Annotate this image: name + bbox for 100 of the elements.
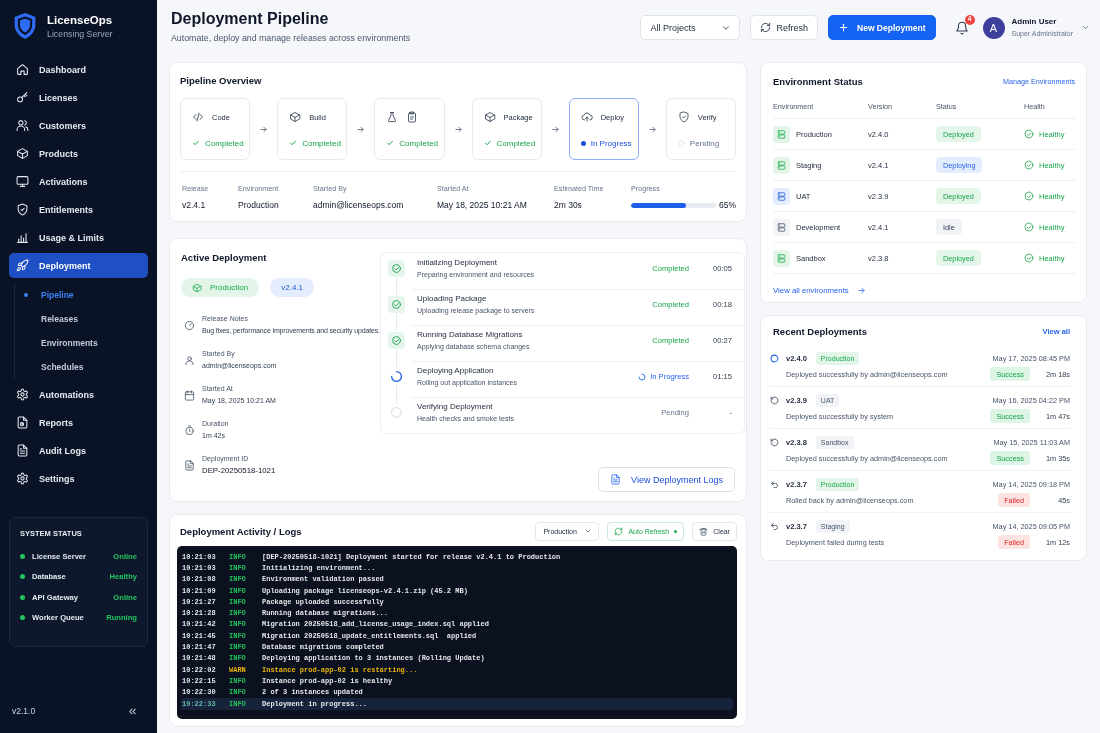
check-circle-icon	[1024, 191, 1034, 201]
nav-item[interactable]: Usage & Limits	[9, 225, 148, 250]
cloud-upload-icon	[580, 111, 593, 123]
flask-icon	[386, 111, 399, 123]
arrow-right-icon	[856, 285, 866, 295]
detail-value: admin@licenseops.com	[313, 199, 405, 211]
version-label: v2.1.0	[12, 706, 36, 716]
settings-icon	[16, 472, 29, 485]
check-circle-icon	[1024, 129, 1034, 139]
nav-item[interactable]: Audit Logs	[9, 438, 148, 463]
refresh-icon	[759, 22, 771, 33]
bar-chart-icon	[16, 231, 29, 244]
user-menu-button[interactable]	[1081, 23, 1090, 32]
status-dot-icon	[580, 140, 586, 146]
card-title: Environment Status	[773, 75, 863, 87]
refresh-button[interactable]: Refresh	[749, 15, 818, 40]
detail-value: Production	[238, 199, 280, 211]
arrow-right-icon	[647, 124, 657, 134]
gear-icon	[16, 388, 29, 401]
detail-value: May 18, 2025 10:21 AM	[437, 199, 528, 211]
shield-logo-icon	[14, 13, 36, 39]
nav-subitem[interactable]: Pipeline	[15, 283, 148, 307]
card-title: Recent Deployments	[773, 325, 867, 337]
trash-icon	[699, 526, 709, 536]
check-circle-icon	[1024, 253, 1034, 263]
stage-status: Completed	[302, 138, 341, 148]
new-deployment-button[interactable]: New Deployment	[828, 15, 936, 40]
rocket-icon	[16, 259, 29, 272]
detail-value: v2.4.1	[182, 199, 207, 211]
check-circle-icon	[1024, 160, 1034, 170]
gauge-icon	[184, 319, 195, 331]
check-icon	[483, 139, 492, 147]
chevron-down-icon	[1081, 23, 1090, 32]
cube-icon	[289, 111, 302, 123]
stage-status: Completed	[496, 138, 536, 148]
nav-item[interactable]: Settings	[9, 466, 148, 491]
project-select[interactable]: All Projects	[639, 15, 740, 40]
brand-tagline: Licensing Server	[47, 28, 113, 40]
chevron-down-icon	[584, 527, 593, 535]
view-logs-button[interactable]: View Deployment Logs	[598, 467, 735, 492]
stage-status: In Progress	[590, 138, 632, 148]
nav-item[interactable]: Licenses	[9, 85, 148, 110]
shield-check-icon	[677, 111, 690, 123]
nav-item[interactable]: Reports	[9, 410, 148, 435]
arrow-right-icon	[259, 124, 269, 134]
nav-item[interactable]: Entitlements	[9, 197, 148, 222]
step-title: Deploying Application	[417, 365, 495, 376]
active-dot-icon	[24, 293, 28, 297]
page-subtitle: Automate, deploy and manage releases across environments	[171, 32, 411, 44]
nav-item[interactable]: Customers	[9, 113, 148, 138]
nav-item[interactable]: Products	[9, 141, 148, 166]
check-icon	[386, 139, 395, 147]
document-icon	[184, 459, 195, 471]
users-icon	[16, 119, 29, 132]
stage-status: Pending	[689, 138, 720, 148]
document-chart-icon	[16, 416, 29, 429]
user-icon	[184, 354, 195, 366]
card-title: Pipeline Overview	[180, 74, 263, 88]
cube-icon	[192, 282, 202, 293]
arrow-right-icon	[356, 124, 366, 134]
check-icon	[192, 139, 200, 147]
spinner-icon	[638, 372, 647, 381]
nav-item[interactable]: Dashboard	[9, 57, 148, 82]
ring-icon	[677, 139, 685, 147]
arrow-right-icon	[550, 124, 560, 134]
home-icon	[16, 63, 29, 76]
key-icon	[16, 91, 29, 104]
cube-icon	[483, 111, 496, 123]
box-icon	[16, 147, 29, 160]
card-title: Deployment Activity / Logs	[180, 525, 302, 537]
document-icon	[610, 474, 622, 485]
live-dot-icon	[674, 529, 678, 533]
nav-item[interactable]: Activations	[9, 169, 148, 194]
check-circle-icon	[1024, 222, 1034, 232]
nav-item[interactable]: Automations	[9, 382, 148, 407]
brand-name: LicenseOps	[47, 12, 113, 27]
detail-value: 2m 30s	[554, 199, 583, 211]
document-icon	[16, 444, 29, 457]
user-avatar: A	[982, 16, 1005, 39]
version-tag: v2.4.1	[270, 278, 315, 297]
user-name: Admin User	[1011, 17, 1058, 27]
code-icon	[192, 111, 204, 123]
refresh-icon	[614, 526, 624, 536]
stage-status: Completed	[205, 138, 244, 148]
arrow-right-icon	[453, 124, 463, 134]
nav-subitem[interactable]: Environments	[15, 331, 148, 355]
step-title: Verifying Deployment	[417, 401, 494, 412]
nav-subitem[interactable]: Releases	[15, 307, 148, 331]
tag-label: Production	[210, 283, 249, 292]
card-title: Active Deployment	[181, 251, 268, 265]
nav-subitem[interactable]: Schedules	[15, 355, 148, 379]
nav-item[interactable]: Deployment	[9, 253, 148, 278]
step-title: Initializing Deployment	[417, 256, 499, 268]
plus-icon	[838, 22, 849, 33]
clipboard-icon	[406, 111, 419, 123]
monitor-icon	[16, 175, 29, 188]
check-icon	[289, 139, 298, 147]
stopwatch-icon	[184, 424, 195, 436]
shield-check-icon	[16, 203, 29, 216]
progress-reading: 65%	[719, 200, 736, 210]
